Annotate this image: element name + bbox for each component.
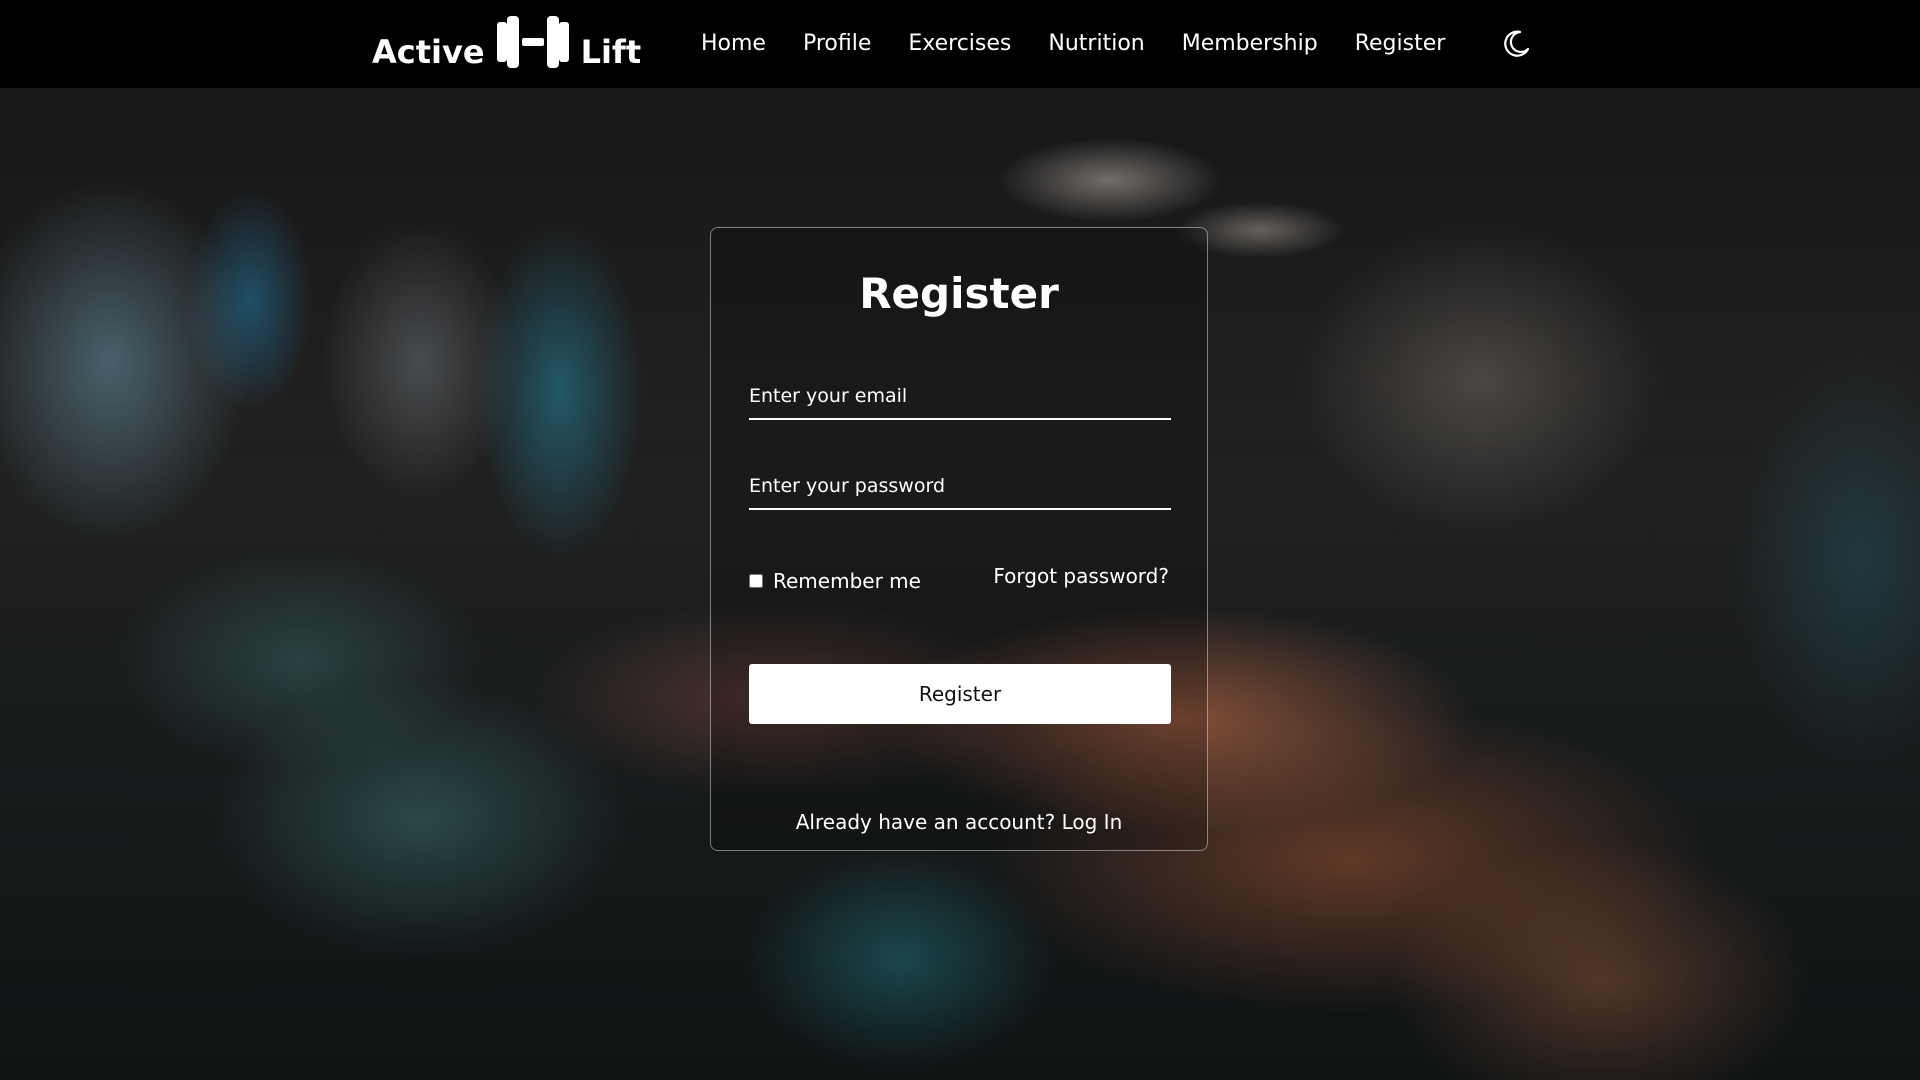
dumbbell-icon [496, 16, 569, 68]
main-nav: Home Profile Exercises Nutrition Members… [701, 26, 1445, 62]
login-link[interactable]: Log In [1062, 810, 1123, 834]
moon-icon[interactable] [1500, 28, 1532, 60]
password-input[interactable] [749, 468, 1171, 504]
remember-me-checkbox[interactable] [749, 574, 763, 588]
brand-name-left: Active [372, 33, 485, 71]
brand-logo[interactable]: Active Lift [372, 12, 641, 76]
password-field-wrapper [749, 468, 1171, 510]
email-field-wrapper [749, 378, 1171, 420]
nav-item-membership[interactable]: Membership [1182, 26, 1318, 62]
forgot-password-link[interactable]: Forgot password? [993, 562, 1169, 590]
login-prompt: Already have an account? Log In [711, 808, 1207, 836]
nav-item-nutrition[interactable]: Nutrition [1048, 26, 1144, 62]
register-button[interactable]: Register [749, 664, 1171, 724]
remember-me[interactable]: Remember me [749, 569, 921, 593]
register-card: Register Remember me Forgot password? Re… [710, 227, 1208, 851]
brand-name-right: Lift [580, 33, 642, 71]
email-input[interactable] [749, 378, 1171, 414]
nav-item-home[interactable]: Home [701, 26, 766, 62]
nav-item-profile[interactable]: Profile [803, 26, 871, 62]
navbar: Active Lift Home Profile Exercises Nutri… [0, 0, 1920, 88]
remember-me-label: Remember me [773, 569, 921, 593]
nav-item-exercises[interactable]: Exercises [908, 26, 1011, 62]
page-title: Register [859, 269, 1059, 318]
nav-item-register[interactable]: Register [1355, 26, 1446, 62]
login-prompt-text: Already have an account? [795, 810, 1056, 834]
